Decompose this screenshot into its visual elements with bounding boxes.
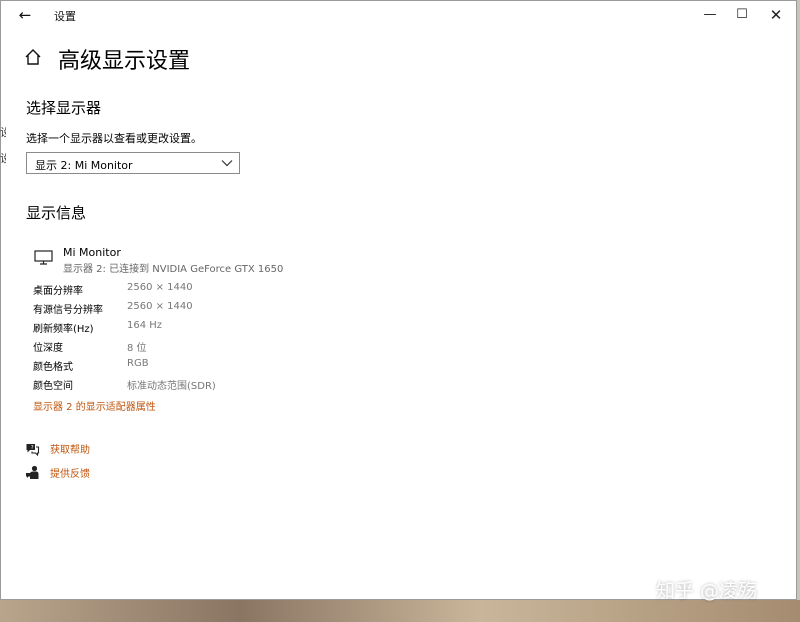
close-button[interactable]: ✕ [759, 3, 793, 27]
info-value: RGB [127, 358, 149, 369]
info-label: 位深度 [33, 343, 63, 354]
info-value: 2560 × 1440 [127, 301, 193, 312]
watermark: 知乎 @凌殇 [656, 580, 758, 602]
monitor-description: 显示器 2: 已连接到 NVIDIA GeForce GTX 1650 [63, 264, 284, 275]
info-value: 标准动态范围(SDR) [127, 381, 216, 392]
svg-text:?: ? [31, 445, 34, 451]
get-help-link[interactable]: 获取帮助 [50, 441, 90, 456]
background-edge-text: 设 [0, 126, 6, 139]
info-label: 桌面分辨率 [33, 286, 83, 297]
background-photo-strip [0, 600, 800, 622]
window-title: 设置 [54, 10, 76, 23]
info-value: 8 位 [127, 343, 147, 354]
chevron-down-icon [221, 160, 233, 167]
info-value: 164 Hz [127, 320, 163, 331]
info-row-color-space: 颜色空间 标准动态范围(SDR) [33, 377, 393, 393]
display-select-dropdown[interactable]: 显示 2: Mi Monitor [26, 152, 240, 174]
info-row-active-signal-resolution: 有源信号分辨率 2560 × 1440 [33, 301, 393, 317]
display-info-heading: 显示信息 [26, 204, 87, 222]
help-chat-icon: ? [26, 444, 40, 456]
info-row-bit-depth: 位深度 8 位 [33, 339, 393, 355]
info-label: 刷新频率(Hz) [33, 324, 94, 335]
feedback-icon [26, 465, 39, 479]
display-select-value: 显示 2: Mi Monitor [35, 159, 133, 172]
select-display-heading: 选择显示器 [26, 99, 102, 117]
monitor-icon [34, 250, 53, 265]
back-arrow-icon[interactable]: ← [15, 5, 35, 25]
minimize-button[interactable]: — [693, 3, 727, 27]
monitor-name: Mi Monitor [63, 246, 121, 259]
title-bar: ← 设置 — ☐ ✕ [1, 1, 796, 29]
info-row-desktop-resolution: 桌面分辨率 2560 × 1440 [33, 282, 393, 298]
info-label: 有源信号分辨率 [33, 305, 103, 316]
display-adapter-properties-link[interactable]: 显示器 2 的显示适配器属性 [33, 398, 156, 413]
info-row-color-format: 颜色格式 RGB [33, 358, 393, 374]
give-feedback-link[interactable]: 提供反馈 [50, 465, 90, 480]
info-label: 颜色空间 [33, 381, 73, 392]
maximize-button[interactable]: ☐ [725, 3, 759, 27]
settings-window: ← 设置 — ☐ ✕ 高级显示设置 选择显示器 选择一个显示器以查看或更改设置。… [0, 0, 797, 600]
page-title: 高级显示设置 [58, 49, 191, 74]
home-icon[interactable] [23, 47, 43, 67]
info-row-refresh-rate: 刷新频率(Hz) 164 Hz [33, 320, 393, 336]
info-value: 2560 × 1440 [127, 282, 193, 293]
info-label: 颜色格式 [33, 362, 73, 373]
select-display-hint: 选择一个显示器以查看或更改设置。 [26, 132, 202, 145]
background-edge-text: 设 [0, 152, 6, 165]
